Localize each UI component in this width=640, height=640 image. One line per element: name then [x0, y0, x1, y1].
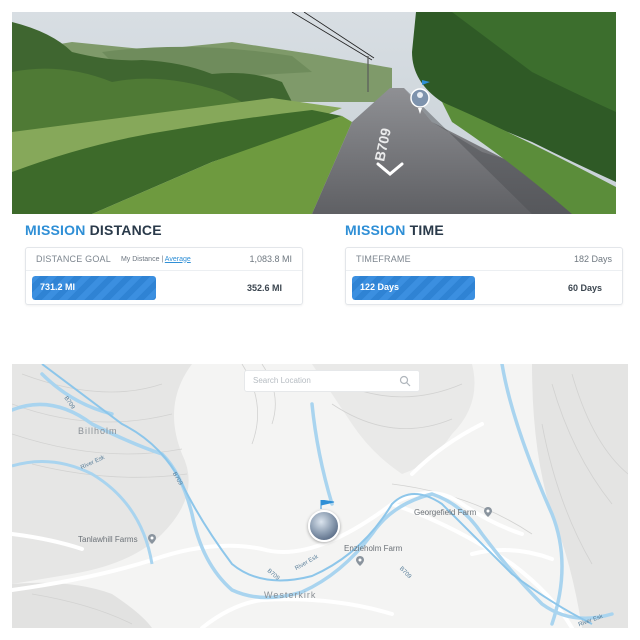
map-pin-icon[interactable]	[148, 534, 156, 544]
poi-label-tanlawhill[interactable]: Tanlawhill Farms	[78, 535, 138, 544]
map-pin-icon[interactable]	[484, 507, 492, 517]
search-location-placeholder: Search Location	[253, 376, 311, 385]
mission-time-card: TIMEFRAME 182 Days 122 Days 60 Days	[345, 247, 623, 305]
distance-toggle: My Distance | Average	[121, 256, 191, 263]
poi-label-georgefield[interactable]: Georgefield Farm	[414, 508, 476, 517]
magnifier-icon[interactable]	[399, 375, 411, 387]
poi-label-enzieholm[interactable]: Enzieholm Farm	[344, 544, 402, 553]
distance-progress-row: 731.2 MI 352.6 MI	[26, 270, 302, 304]
timeframe-value: 182 Days	[573, 254, 612, 264]
mission-time-title: MISSION TIME	[345, 222, 444, 238]
average-toggle-link[interactable]: Average	[165, 256, 191, 263]
time-progress-label: 122 Days	[360, 281, 400, 292]
map-pin-icon[interactable]	[356, 556, 364, 566]
timeframe-row: TIMEFRAME 182 Days	[346, 248, 622, 270]
runner-avatar-marker[interactable]	[308, 510, 340, 542]
distance-goal-value: 1,083.8 MI	[249, 254, 292, 264]
distance-progress-bar: 731.2 MI	[32, 275, 216, 300]
distance-goal-row: DISTANCE GOAL My Distance | Average 1,08…	[26, 248, 302, 270]
time-remaining-value: 60 Days	[567, 282, 602, 293]
timeframe-label: TIMEFRAME	[356, 254, 411, 264]
flag-icon	[320, 500, 335, 509]
my-distance-toggle[interactable]: My Distance |	[121, 256, 163, 263]
distance-remaining-value: 352.6 MI	[246, 282, 282, 293]
mission-distance-card: DISTANCE GOAL My Distance | Average 1,08…	[25, 247, 303, 305]
map-search-bar: Search Location	[242, 364, 432, 398]
distance-goal-label: DISTANCE GOAL	[36, 254, 111, 264]
distance-progress-label: 731.2 MI	[40, 281, 76, 292]
search-location-input[interactable]: Search Location	[244, 370, 420, 392]
mission-distance-title: MISSION DISTANCE	[25, 222, 162, 238]
place-label-billholm: Billholm	[78, 426, 118, 436]
street-view-panorama[interactable]: B709	[12, 12, 616, 214]
mission-time-panel: MISSION TIME TIMEFRAME 182 Days 122 Days…	[345, 222, 623, 305]
time-progress-row: 122 Days 60 Days	[346, 270, 622, 304]
time-progress-bar: 122 Days	[352, 275, 536, 300]
route-map[interactable]: Search Location Billholm Westerkirk Rive…	[12, 364, 628, 628]
mission-distance-panel: MISSION DISTANCE DISTANCE GOAL My Distan…	[25, 222, 303, 305]
place-label-westerkirk: Westerkirk	[264, 590, 317, 600]
